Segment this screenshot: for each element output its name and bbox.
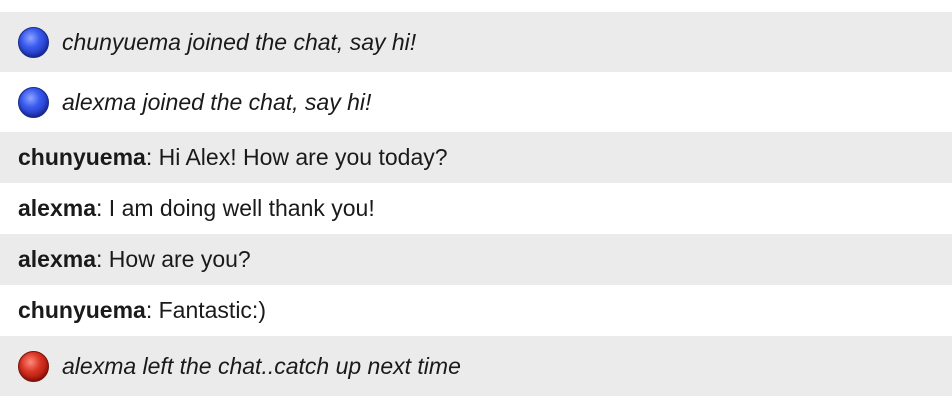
blue-dot-icon: [18, 26, 49, 58]
sender-separator: :: [145, 297, 159, 323]
message-sender: alexma: [18, 246, 97, 272]
chat-message-row: alexma: I am doing well thank you!: [0, 183, 952, 234]
system-message-text: alexma joined the chat, say hi!: [62, 88, 372, 115]
blue-dot-icon: [18, 86, 49, 118]
message-text: Fantastic:): [158, 297, 266, 323]
sender-separator: :: [96, 195, 109, 221]
message-text: How are you?: [108, 246, 251, 272]
chat-message-row: chunyuema: Fantastic:): [0, 285, 952, 336]
message-text: Hi Alex! How are you today?: [158, 144, 448, 170]
message-sender: chunyuema: [18, 297, 146, 323]
sender-separator: :: [145, 144, 159, 170]
system-message-row: alexma joined the chat, say hi!: [0, 72, 952, 132]
system-message-row: alexma left the chat..catch up next time: [0, 336, 952, 396]
system-message-text: chunyuema joined the chat, say hi!: [62, 28, 417, 55]
message-sender: alexma: [18, 195, 97, 221]
chat-log: chunyuema joined the chat, say hi! alexm…: [0, 12, 952, 396]
system-message-row: chunyuema joined the chat, say hi!: [0, 12, 952, 72]
message-text: I am doing well thank you!: [108, 195, 375, 221]
sender-separator: :: [96, 246, 109, 272]
message-sender: chunyuema: [18, 144, 146, 170]
chat-message-row: chunyuema: Hi Alex! How are you today?: [0, 132, 952, 183]
system-message-text: alexma left the chat..catch up next time: [62, 352, 461, 379]
chat-message-row: alexma: How are you?: [0, 234, 952, 285]
red-dot-icon: [18, 350, 49, 382]
